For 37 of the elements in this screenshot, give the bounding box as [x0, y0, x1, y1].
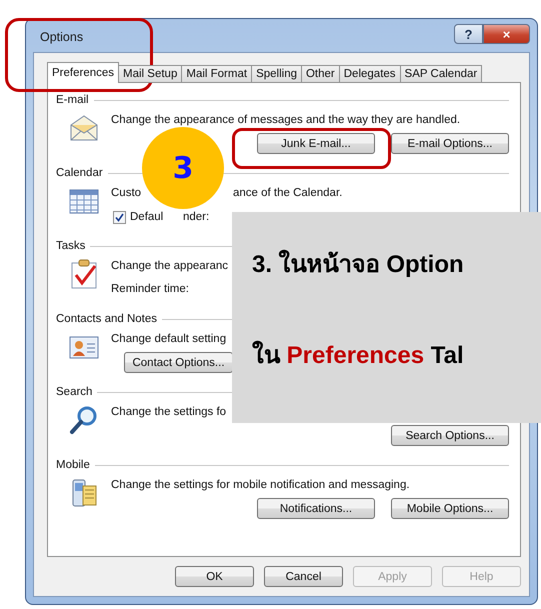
- close-button[interactable]: ×: [483, 24, 530, 44]
- reminder-label: Reminder time:: [111, 283, 189, 295]
- option-button[interactable]: E-mail Options...: [391, 133, 509, 154]
- group-title: Search: [56, 386, 92, 398]
- checkbox[interactable]: [113, 210, 126, 224]
- tab[interactable]: SAP Calendar: [400, 65, 482, 83]
- group-title: Calendar: [56, 167, 103, 179]
- checkbox-label: Defaul: [130, 211, 164, 223]
- tab[interactable]: Delegates: [338, 65, 401, 83]
- description-text: Change the appearance of messages and the way they are handled.: [111, 114, 460, 126]
- dialog-button[interactable]: OK: [175, 566, 254, 587]
- callout-text: 3. ในหน้าจอ Option: [252, 248, 465, 280]
- help-button[interactable]: ?: [454, 24, 483, 44]
- tab[interactable]: Spelling: [251, 65, 302, 83]
- description-text: ance of the Calendar.: [233, 187, 342, 199]
- checkbox-label: nder:: [183, 211, 210, 223]
- tab[interactable]: Other: [300, 65, 340, 83]
- tab[interactable]: Mail Setup: [118, 65, 182, 83]
- option-button[interactable]: Notifications...: [257, 498, 375, 519]
- group-title: E-mail: [56, 94, 89, 106]
- window-title: Options: [40, 30, 84, 44]
- group-title: Contacts and Notes: [56, 313, 158, 325]
- description-text: Custo: [111, 187, 142, 199]
- description-text: Change the settings for mobile notification and messaging.: [111, 479, 410, 491]
- tab[interactable]: Mail Format: [181, 65, 252, 83]
- option-button[interactable]: Mobile Options...: [391, 498, 509, 519]
- group-title: Tasks: [56, 240, 86, 252]
- description-text: Change default setting: [111, 333, 226, 345]
- callout-text: ใน Preferences Tal: [252, 340, 465, 371]
- dialog-button[interactable]: Cancel: [264, 566, 343, 587]
- tab[interactable]: Preferences: [47, 62, 120, 83]
- option-button[interactable]: Contact Options...: [124, 352, 233, 373]
- description-text: Change the settings fo: [111, 406, 226, 418]
- option-button[interactable]: Search Options...: [391, 425, 509, 446]
- group-title: Mobile: [56, 459, 90, 471]
- option-button[interactable]: Junk E-mail...: [257, 133, 375, 154]
- description-text: Change the appearanc: [111, 260, 228, 272]
